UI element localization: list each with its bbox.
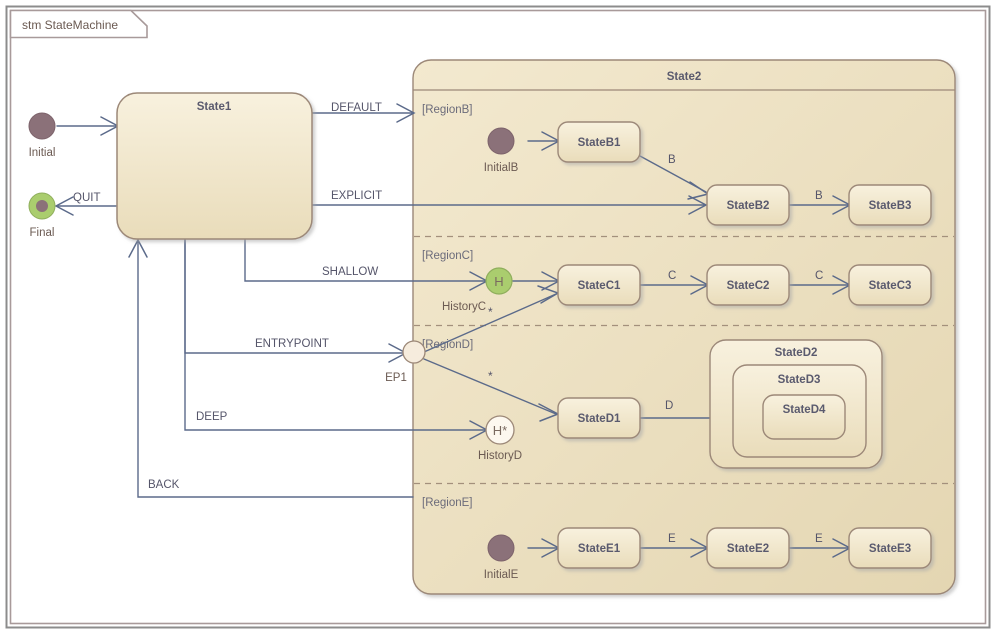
state-stateb2[interactable]: StateB2 xyxy=(706,184,790,226)
state-statee3[interactable]: StateE3 xyxy=(848,527,932,569)
ep1-node-label: EP1 xyxy=(385,372,407,384)
state-machine-diagram: stm StateMachine State2 [RegionB] [Regio… xyxy=(0,0,996,634)
transition-label-shallow: SHALLOW xyxy=(322,266,378,278)
state-statec2[interactable]: StateC2 xyxy=(706,264,790,306)
region-label-c: [RegionC] xyxy=(422,250,473,262)
transition-label-explicit: EXPLICIT xyxy=(331,190,382,202)
stateb1-name: StateB1 xyxy=(578,137,621,149)
state-statee1[interactable]: StateE1 xyxy=(557,527,641,569)
transition-label-d1-d4: D xyxy=(665,400,673,412)
state1-body[interactable] xyxy=(116,92,313,240)
transition-label-default: DEFAULT xyxy=(331,102,382,114)
region-label-e: [RegionE] xyxy=(422,497,473,509)
state-stated4[interactable]: StateD4 xyxy=(762,394,846,440)
initiale-node-circle[interactable] xyxy=(487,534,515,562)
state-statee2[interactable]: StateE2 xyxy=(706,527,790,569)
initial-node-label: Initial xyxy=(29,147,56,159)
statec2-name: StateC2 xyxy=(727,280,770,292)
historyc-glyph: H xyxy=(494,274,503,289)
transition-label-c1-c2: C xyxy=(668,270,676,282)
transition-label-e2-e3: E xyxy=(815,533,823,545)
stated4-body[interactable] xyxy=(762,394,846,440)
state-stateb3[interactable]: StateB3 xyxy=(848,184,932,226)
initialb-node-label: InitialB xyxy=(484,162,519,174)
transition-label-deep: DEEP xyxy=(196,411,228,423)
ep1-node-circle[interactable] xyxy=(402,340,426,364)
statec1-name: StateC1 xyxy=(578,280,621,292)
frame-title: stm StateMachine xyxy=(22,18,118,32)
transition-label-ep1-d1: * xyxy=(488,369,493,383)
initiale-node-label: InitialE xyxy=(484,569,519,581)
statec3-name: StateC3 xyxy=(869,280,912,292)
transition-label-e1-e2: E xyxy=(668,533,676,545)
statee2-name: StateE2 xyxy=(727,543,769,555)
transition-label-ep1-c1: * xyxy=(488,305,493,319)
stateb2-name: StateB2 xyxy=(727,200,770,212)
state-stated1[interactable]: StateD1 xyxy=(557,397,641,439)
initial-node-circle[interactable] xyxy=(28,112,56,140)
statee1-name: StateE1 xyxy=(578,543,621,555)
state1-name: State1 xyxy=(197,101,232,113)
state-statec1[interactable]: StateC1 xyxy=(557,264,641,306)
stated1-name: StateD1 xyxy=(578,413,621,425)
transition-label-b2-b3: B xyxy=(815,190,823,202)
stated3-name: StateD3 xyxy=(778,374,821,386)
state-statec3[interactable]: StateC3 xyxy=(848,264,932,306)
final-node-label: Final xyxy=(30,227,55,239)
stated4-name: StateD4 xyxy=(783,404,826,416)
transition-label-back: BACK xyxy=(148,479,180,491)
state-state1[interactable]: State1 xyxy=(116,92,313,240)
state2-name: State2 xyxy=(667,71,702,83)
initialb-node-circle[interactable] xyxy=(487,127,515,155)
historyc-node-label: HistoryC xyxy=(442,301,486,313)
transition-label-c2-c3: C xyxy=(815,270,823,282)
historyd-glyph: H* xyxy=(493,423,507,438)
final-node-dot xyxy=(36,200,48,212)
stated2-name: StateD2 xyxy=(775,347,818,359)
stateb3-name: StateB3 xyxy=(869,200,912,212)
state-stateb1[interactable]: StateB1 xyxy=(557,121,641,163)
transition-label-quit: QUIT xyxy=(73,192,100,204)
transition-label-entrypoint: ENTRYPOINT xyxy=(255,338,329,350)
region-label-b: [RegionB] xyxy=(422,104,473,116)
transition-label-b1-b2: B xyxy=(668,154,676,166)
statee3-name: StateE3 xyxy=(869,543,911,555)
historyd-node-label: HistoryD xyxy=(478,450,522,462)
